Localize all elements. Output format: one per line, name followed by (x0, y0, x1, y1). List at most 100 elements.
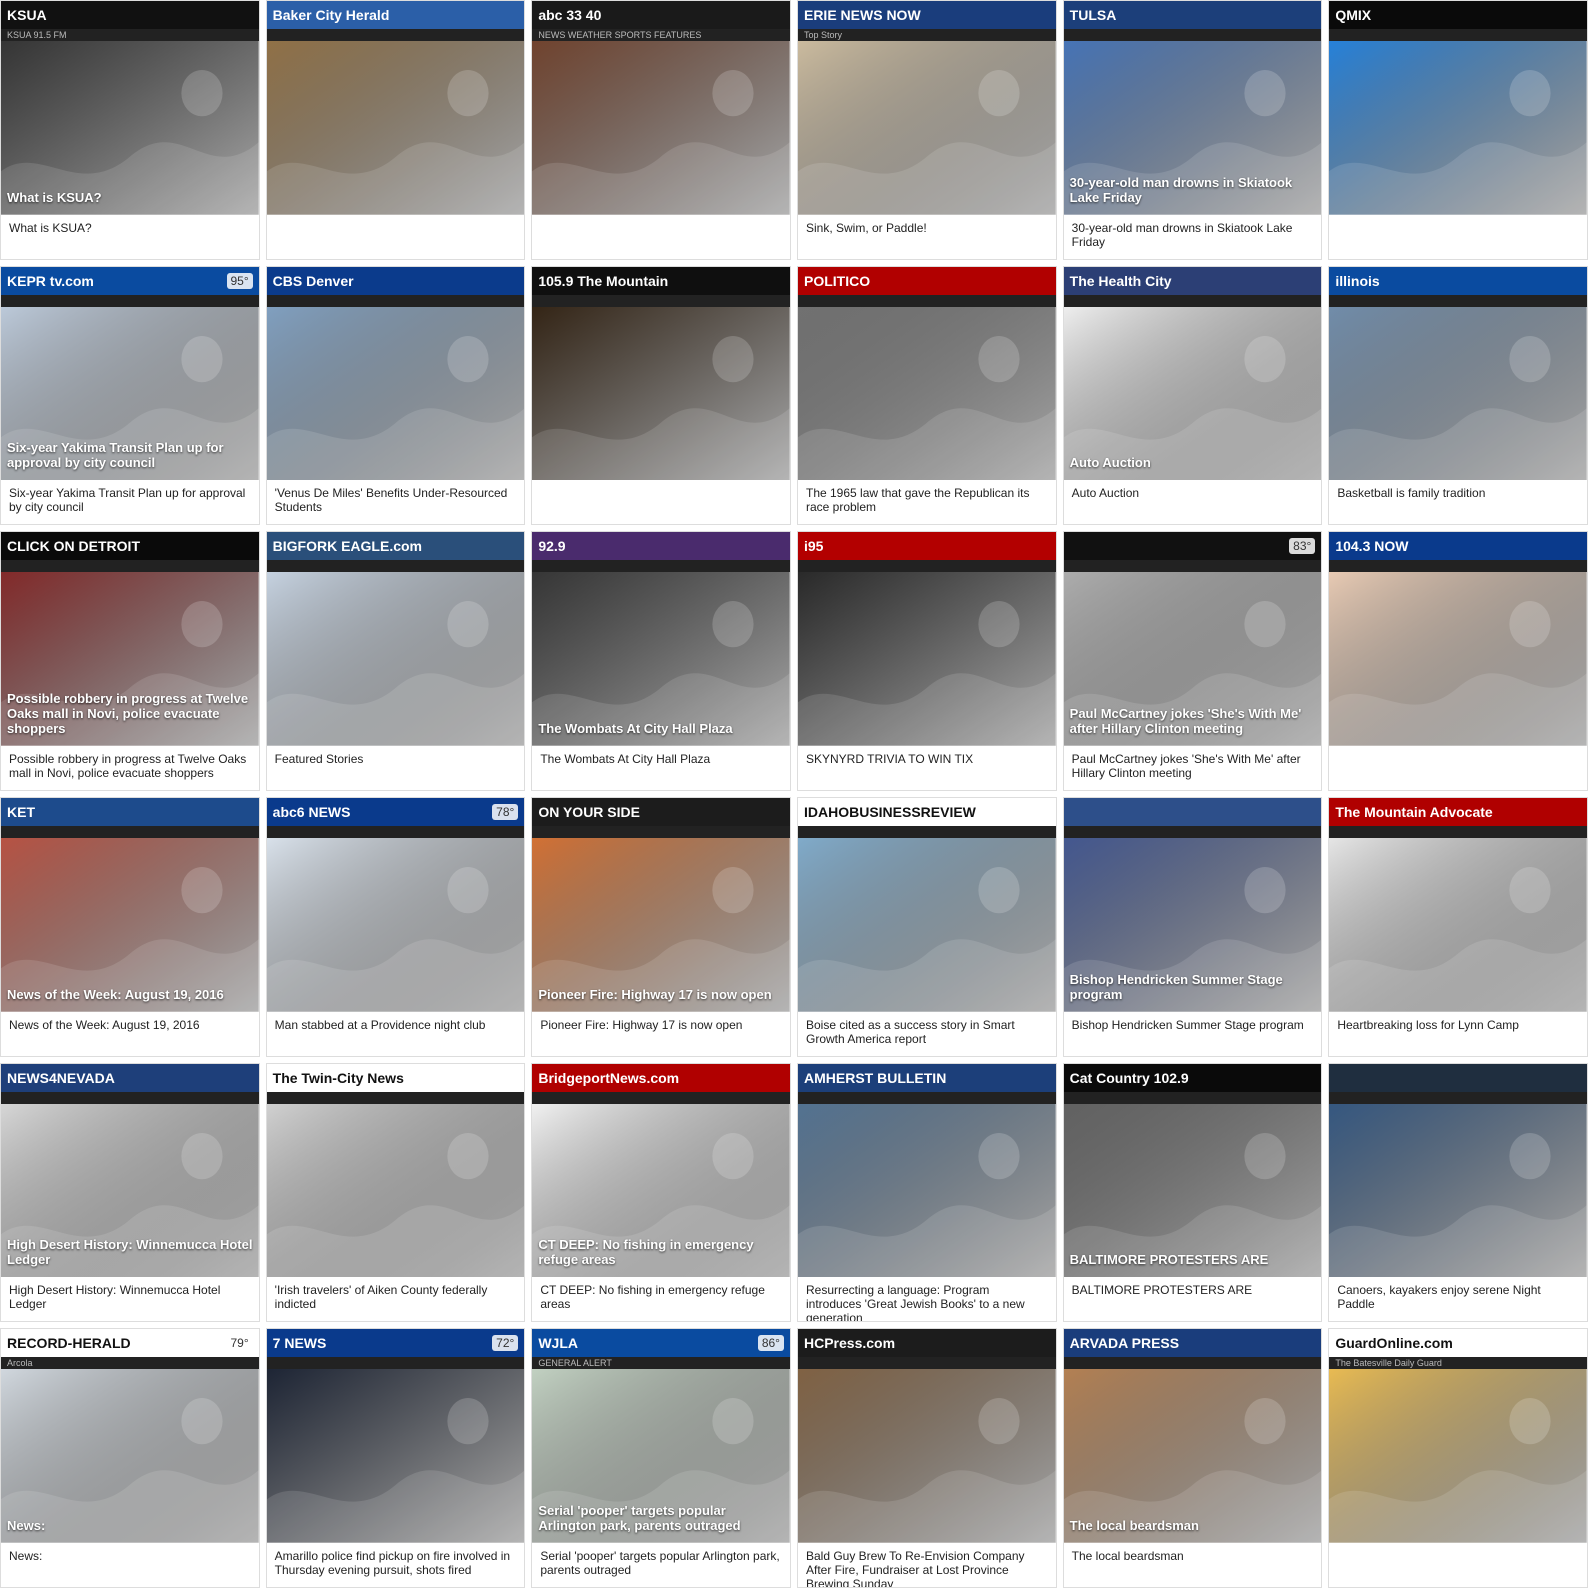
site-tile: KSUA KSUA 91.5 FM What is KSUA? What is KS… (0, 0, 260, 260)
site-tile: NEWS4NEVADA High Desert History: Winnemu… (0, 1062, 260, 1323)
site-header: CBS Denver (266, 266, 525, 295)
hero-art (797, 572, 1056, 746)
hero-image (266, 837, 525, 1012)
site-nav (266, 825, 525, 838)
site-header: WJLA (532, 1329, 790, 1358)
site-nav (1, 294, 259, 307)
headline-overlay: The local beardsman (1069, 1517, 1199, 1533)
headline-overlay: Bishop Hendricken Summer Stage program (1069, 971, 1283, 1002)
hero-image (266, 1369, 525, 1543)
site-nav (1063, 29, 1322, 41)
headline-caption (1329, 214, 1587, 259)
hero-image (532, 837, 790, 1012)
hero-art (1329, 1369, 1587, 1543)
site-tile: KEPR tv.com Six-year Yakima Transit Plan… (0, 265, 260, 526)
headline-caption: Sink, Swim, or Paddle! (797, 214, 1056, 259)
headline-caption: The Wombats At City Hall Plaza (532, 745, 790, 790)
site-header: 92.9 (532, 532, 790, 561)
headline-caption: Auto Auction (1063, 480, 1322, 525)
site-tile: abc6 NEWS 78° Man stabbed at a Providence… (265, 796, 526, 1057)
hero-art (797, 306, 1056, 481)
site-nav (266, 29, 525, 41)
site-tile: ON YOUR SIDE Pioneer Fire: Highway 17 is… (531, 796, 791, 1057)
site-tile: CLICK ON DETROIT Possible robbery in pro… (0, 531, 260, 791)
site-header: POLITICO (797, 266, 1056, 295)
hero-image (266, 1103, 525, 1278)
site-nav (1, 825, 259, 838)
hero-art (266, 41, 525, 215)
site-tile: abc 33 40 NEWS WEATHER SPORTS FEATURES (531, 0, 791, 260)
site-header: NEWS4NEVADA (1, 1063, 259, 1092)
site-tile: CBS Denver 'Venus De Miles' Benefits Und… (265, 265, 526, 526)
hero-art (266, 572, 525, 746)
headline-caption: High Desert History: Winnemucca Hotel Le… (1, 1277, 259, 1322)
hero-art (532, 837, 790, 1012)
headline-caption: Paul McCartney jokes 'She's With Me' aft… (1063, 745, 1322, 790)
site-tile: ERIE NEWS NOW Top Story Sink, Swim, or Pa… (796, 0, 1057, 260)
hero-art (797, 1369, 1056, 1543)
hero-art (266, 306, 525, 481)
hero-art (532, 306, 790, 481)
hero-art (266, 1369, 525, 1543)
headline-caption: 'Irish travelers' of Aiken County federa… (266, 1277, 525, 1322)
site-tile: The Health City Auto Auction Auto Auction (1062, 265, 1323, 526)
site-nav (1329, 294, 1587, 307)
hero-art (532, 41, 790, 215)
site-nav (532, 294, 790, 307)
headline-caption: 30-year-old man drowns in Skiatook Lake … (1063, 214, 1322, 259)
headline-caption: News of the Week: August 19, 2016 (1, 1011, 259, 1056)
site-nav: The Batesville Daily Guard (1329, 1357, 1587, 1370)
site-tile: 104.3 NOW (1328, 531, 1588, 791)
site-tile: 105.9 The Mountain (531, 265, 791, 526)
site-nav (1329, 825, 1587, 838)
headline-overlay: BALTIMORE PROTESTERS ARE (1069, 1252, 1269, 1268)
site-header: GuardOnline.com (1329, 1329, 1587, 1358)
hero-art (1329, 572, 1587, 746)
site-tile: IDAHOBUSINESSREVIEW Boise cited as a suc… (796, 796, 1057, 1057)
site-nav (1329, 29, 1587, 41)
hero-image (797, 572, 1056, 746)
hero-image (266, 41, 525, 215)
hero-image (532, 572, 790, 746)
hero-art (266, 1103, 525, 1278)
site-header: QMIX (1329, 1, 1587, 29)
site-tile: POLITICO The 1965 law that gave the Repu… (796, 265, 1057, 526)
site-header: KSUA (1, 1, 259, 29)
headline-caption: News: (1, 1542, 259, 1587)
site-tile: RECORD-HERALD Arcola News: 79° News: (0, 1328, 260, 1588)
site-header: HCPress.com (797, 1329, 1056, 1358)
site-nav (797, 1357, 1056, 1370)
hero-art (797, 837, 1056, 1012)
headline-overlay: Serial 'pooper' targets popular Arlingto… (538, 1502, 741, 1533)
site-nav (532, 560, 790, 573)
hero-art (1329, 306, 1587, 481)
weather-badge: 72° (492, 1335, 519, 1352)
hero-image (797, 837, 1056, 1012)
site-nav (1063, 825, 1322, 838)
site-nav (266, 1091, 525, 1104)
hero-image (1, 1369, 259, 1543)
headline-overlay: The Wombats At City Hall Plaza (538, 720, 733, 736)
hero-image (1, 837, 259, 1012)
site-header: ARVADA PRESS (1063, 1329, 1322, 1358)
site-header: TULSA (1063, 1, 1322, 29)
hero-art (1063, 1103, 1322, 1278)
headline-overlay: News: (7, 1517, 46, 1533)
site-header (1329, 1063, 1587, 1092)
hero-image (1329, 1369, 1587, 1543)
site-nav (532, 1091, 790, 1104)
hero-image (266, 306, 525, 481)
site-nav: Arcola (1, 1357, 259, 1370)
hero-image (1329, 837, 1587, 1012)
site-header (1063, 797, 1322, 826)
site-tile: BIGFORK EAGLE.com Featured Stories (265, 531, 526, 791)
headline-caption: CT DEEP: No fishing in emergency refuge … (532, 1277, 790, 1322)
site-tile: QMIX (1328, 0, 1588, 260)
headline-caption: 'Venus De Miles' Benefits Under-Resource… (266, 480, 525, 525)
site-header: RECORD-HERALD (1, 1329, 259, 1358)
site-nav (266, 294, 525, 307)
site-tile: Canoers, kayakers enjoy serene Night Pad… (1328, 1062, 1588, 1323)
weather-badge: 83° (1289, 538, 1316, 555)
headline-caption: The 1965 law that gave the Republican it… (797, 480, 1056, 525)
headline-caption: The local beardsman (1063, 1542, 1322, 1587)
